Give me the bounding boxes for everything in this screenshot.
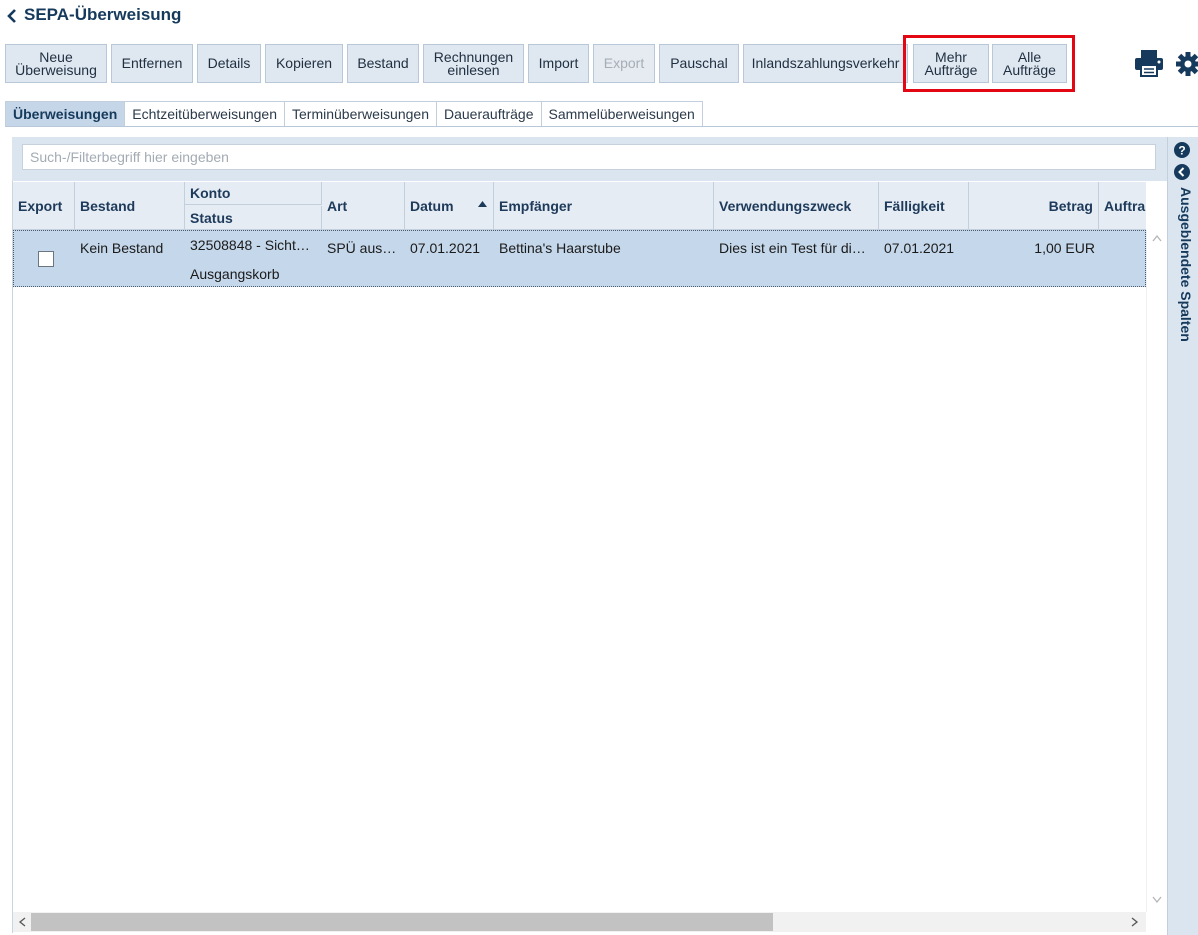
- column-header-auftrag[interactable]: Auftra: [1099, 182, 1146, 229]
- column-header-konto[interactable]: Konto: [185, 182, 322, 205]
- column-header-betrag[interactable]: Betrag: [969, 182, 1099, 229]
- scroll-left-icon[interactable]: [18, 917, 26, 927]
- export-checkbox[interactable]: [38, 251, 54, 267]
- tab-transfers[interactable]: Überweisungen: [5, 101, 126, 126]
- vertical-scrollbar[interactable]: [1146, 230, 1167, 912]
- horizontal-scrollbar[interactable]: [13, 912, 1146, 932]
- cell-konto: 32508848 - Sicht…: [190, 237, 310, 253]
- column-header-faelligkeit[interactable]: Fälligkeit: [879, 182, 969, 229]
- import-invoices-button[interactable]: Rechnungen einlesen: [423, 44, 524, 83]
- collapse-icon[interactable]: [1174, 164, 1190, 180]
- sort-ascending-icon: [478, 201, 487, 207]
- cell-status: Ausgangskorb: [190, 266, 280, 282]
- tab-divider: [5, 126, 1198, 127]
- tab-standing-orders[interactable]: Daueraufträge: [435, 101, 542, 126]
- cell-faelligkeit: 07.01.2021: [884, 240, 955, 256]
- remove-button[interactable]: Entfernen: [111, 44, 193, 83]
- details-button[interactable]: Details: [197, 44, 261, 83]
- stock-button[interactable]: Bestand: [347, 44, 419, 83]
- highlight-box: [903, 35, 1075, 92]
- gear-icon[interactable]: [1175, 50, 1198, 78]
- column-header-empfaenger[interactable]: Empfänger: [494, 182, 714, 229]
- hidden-columns-panel[interactable]: ? Ausgeblendete Spalten: [1167, 137, 1198, 935]
- svg-text:?: ?: [1178, 144, 1185, 158]
- page-title: SEPA-Überweisung: [24, 5, 182, 24]
- filter-bar: [12, 137, 1167, 181]
- cell-art: SPÜ aus…: [327, 240, 397, 256]
- column-header-export[interactable]: Export: [13, 182, 75, 229]
- scroll-right-icon[interactable]: [1131, 917, 1139, 927]
- column-header-verwendungszweck[interactable]: Verwendungszweck: [714, 182, 879, 229]
- cell-datum: 07.01.2021: [410, 240, 481, 256]
- column-header-status[interactable]: Status: [185, 206, 322, 229]
- column-header-art[interactable]: Art: [322, 182, 405, 229]
- tab-scheduled-transfers[interactable]: Terminüberweisungen: [284, 101, 437, 126]
- column-header-bestand[interactable]: Bestand: [75, 182, 185, 229]
- cell-betrag: 1,00 EUR: [1034, 240, 1095, 256]
- back-chevron-icon[interactable]: [6, 9, 18, 23]
- domestic-payments-button[interactable]: Inlandszahlungsverkehr: [743, 44, 908, 83]
- flat-rate-button[interactable]: Pauschal: [659, 44, 739, 83]
- tab-batch-transfers[interactable]: Sammelüberweisungen: [540, 101, 703, 126]
- hidden-columns-label[interactable]: Ausgeblendete Spalten: [1176, 187, 1194, 342]
- export-button: Export: [593, 44, 655, 83]
- tab-instant-transfers[interactable]: Echtzeitüberweisungen: [124, 101, 286, 126]
- search-input[interactable]: [22, 144, 1156, 170]
- tab-bar: Überweisungen Echtzeitüberweisungen Term…: [5, 101, 703, 127]
- cell-empfaenger: Bettina's Haarstube: [499, 240, 621, 256]
- cell-bestand: Kein Bestand: [80, 240, 164, 256]
- print-icon[interactable]: [1134, 48, 1164, 78]
- import-button[interactable]: Import: [528, 44, 589, 83]
- scroll-up-icon[interactable]: [1152, 234, 1162, 242]
- new-transfer-button[interactable]: Neue Überweisung: [5, 44, 107, 83]
- table-row[interactable]: Kein Bestand 32508848 - Sicht… Ausgangsk…: [13, 230, 1146, 287]
- cell-verwendungszweck: Dies ist ein Test für di…: [719, 240, 866, 256]
- table-header: Export Bestand Konto Status Art Datum Em…: [13, 182, 1146, 230]
- copy-button[interactable]: Kopieren: [265, 44, 343, 83]
- scroll-thumb[interactable]: [31, 913, 773, 931]
- scroll-down-icon[interactable]: [1152, 896, 1162, 904]
- help-icon[interactable]: ?: [1174, 142, 1190, 158]
